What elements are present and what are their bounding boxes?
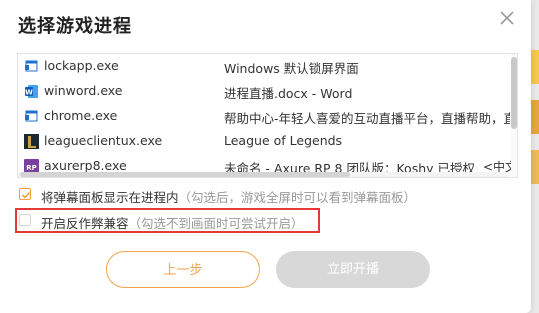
horizontal-scrollbar[interactable] xyxy=(18,172,510,177)
horizontal-scrollbar-thumb[interactable] xyxy=(20,172,350,177)
start-live-button[interactable]: 立即开播 xyxy=(276,251,430,288)
red-highlight-box xyxy=(15,208,320,233)
process-name: leagueclientux.exe xyxy=(44,133,163,148)
vertical-scrollbar[interactable] xyxy=(511,54,517,177)
window-title: 帮助中心-年轻人喜爱的互动直播平台，直播帮助，直播 xyxy=(224,111,510,126)
process-name: winword.exe xyxy=(44,83,123,98)
process-row[interactable]: leagueclientux.exe League of Legends xyxy=(18,129,510,154)
process-list[interactable]: lockapp.exe Windows 默认锁屏界面 W winword.exe… xyxy=(17,53,518,178)
checkmark-icon xyxy=(21,191,31,199)
select-game-process-dialog: 选择游戏进程 lockapp.exe Windows 默认锁屏界面 W winw… xyxy=(0,0,531,313)
process-name: lockapp.exe xyxy=(44,58,119,73)
app-window-icon xyxy=(24,59,39,74)
process-name: chrome.exe xyxy=(44,108,118,123)
previous-step-button[interactable]: 上一步 xyxy=(106,251,260,288)
show-panel-hint: （勾选后，游戏全屏时可以看到弹幕面板） xyxy=(178,190,417,205)
process-row[interactable]: lockapp.exe Windows 默认锁屏界面 xyxy=(18,54,510,79)
svg-text:W: W xyxy=(25,89,33,97)
show-panel-option[interactable]: 将弹幕面板显示在进程内（勾选后，游戏全屏时可以看到弹幕面板） xyxy=(19,187,439,205)
show-panel-checkbox[interactable] xyxy=(19,188,31,200)
close-icon[interactable] xyxy=(497,8,517,28)
window-title: Windows 默认锁屏界面 xyxy=(224,61,359,76)
league-icon xyxy=(24,134,39,149)
dialog-title: 选择游戏进程 xyxy=(18,16,132,37)
window-title: 进程直播.docx - Word xyxy=(224,86,353,101)
word-icon: W xyxy=(24,84,39,99)
process-name: axurerp8.exe xyxy=(44,158,127,173)
show-panel-label: 将弹幕面板显示在进程内 xyxy=(41,190,179,205)
svg-text:RP: RP xyxy=(26,164,37,172)
process-row[interactable]: chrome.exe 帮助中心-年轻人喜爱的互动直播平台，直播帮助，直播 xyxy=(18,104,510,129)
app-window-icon xyxy=(24,109,39,124)
window-title: League of Legends xyxy=(224,133,343,148)
process-row[interactable]: W winword.exe 进程直播.docx - Word xyxy=(18,79,510,104)
vertical-scrollbar-thumb[interactable] xyxy=(511,57,517,129)
